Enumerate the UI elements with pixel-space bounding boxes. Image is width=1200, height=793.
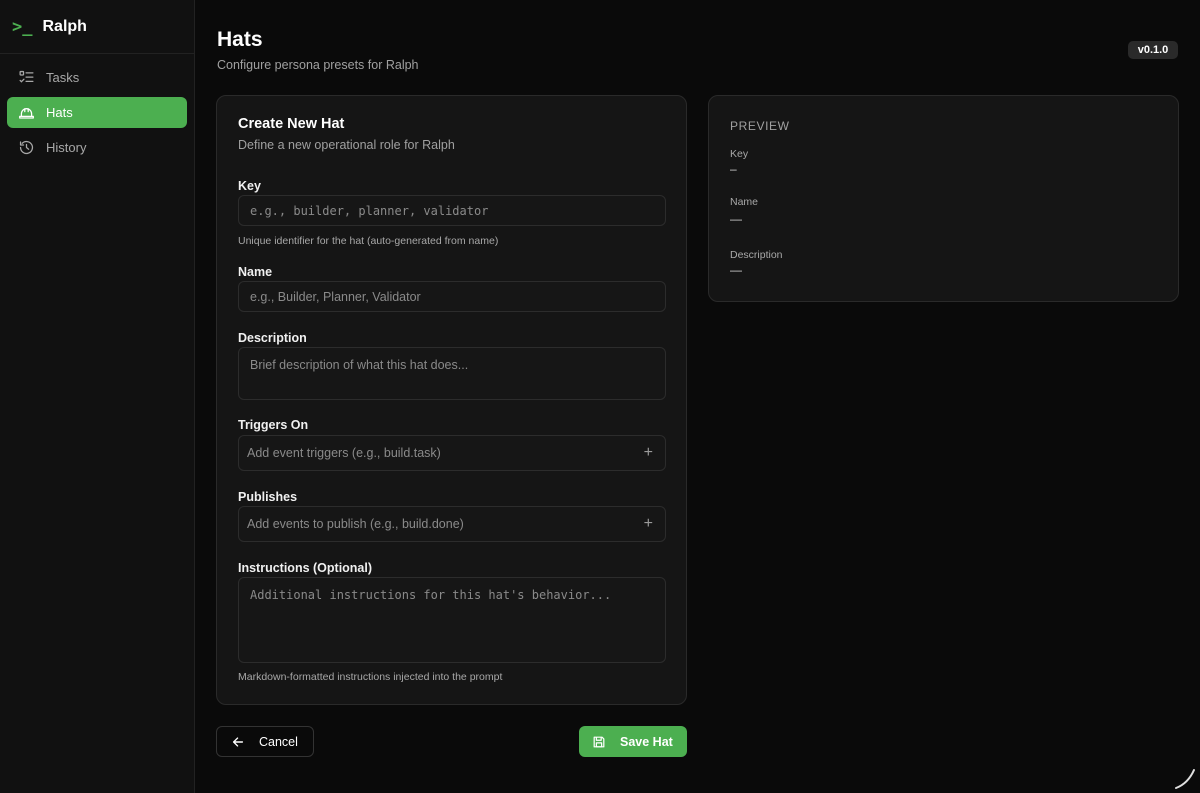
brand[interactable]: >_ Ralph (0, 0, 194, 54)
add-publish-plus-icon[interactable]: + (644, 516, 653, 532)
add-trigger-plus-icon[interactable]: + (644, 445, 653, 461)
sidebar-item-hats[interactable]: Hats (7, 97, 187, 128)
preview-description-label: Description (730, 249, 783, 261)
preview-description-value: — (730, 263, 742, 277)
description-label: Description (238, 331, 307, 345)
form-title: Create New Hat (238, 116, 345, 132)
form-description: Define a new operational role for Ralph (238, 138, 455, 152)
version-badge: v0.1.0 (1128, 41, 1178, 59)
publishes-input[interactable]: Add events to publish (e.g., build.done)… (238, 506, 666, 542)
list-check-icon (19, 70, 34, 83)
arrow-left-icon (232, 736, 244, 747)
save-hat-button[interactable]: Save Hat (579, 726, 687, 757)
instructions-label: Instructions (Optional) (238, 561, 373, 575)
key-hint: Unique identifier for the hat (auto-gene… (238, 235, 499, 247)
create-hat-form: Create New Hat Define a new operational … (216, 95, 687, 705)
preview-panel: PREVIEW Key – Name — Description — (708, 95, 1179, 302)
description-textarea[interactable]: Brief description of what this hat does.… (238, 347, 666, 400)
cancel-label: Cancel (259, 734, 298, 749)
name-label: Name (238, 265, 273, 279)
key-placeholder: e.g., builder, planner, validator (250, 203, 489, 218)
terminal-icon: >_ (12, 16, 33, 37)
cancel-button[interactable]: Cancel (216, 726, 314, 757)
preview-name-value: — (730, 212, 742, 226)
resize-handle-icon[interactable] (1172, 765, 1198, 791)
publishes-placeholder: Add events to publish (e.g., build.done) (247, 517, 464, 531)
brand-name: Ralph (42, 17, 87, 35)
preview-key-label: Key (730, 148, 749, 160)
preview-heading: PREVIEW (730, 119, 790, 133)
sidebar-item-label: Hats (46, 105, 73, 120)
publishes-label: Publishes (238, 490, 298, 504)
instructions-textarea[interactable]: Additional instructions for this hat's b… (238, 577, 666, 663)
save-icon (593, 736, 605, 747)
history-icon (19, 140, 34, 155)
instructions-hint: Markdown-formatted instructions injected… (238, 671, 503, 683)
name-placeholder: e.g., Builder, Planner, Validator (250, 289, 421, 304)
triggers-input[interactable]: Add event triggers (e.g., build.task) + (238, 435, 666, 471)
key-input[interactable]: e.g., builder, planner, validator (238, 195, 666, 226)
sidebar-item-label: History (46, 140, 87, 155)
page-title: Hats (217, 28, 263, 51)
preview-name-label: Name (730, 196, 759, 208)
triggers-placeholder: Add event triggers (e.g., build.task) (247, 446, 441, 460)
sidebar-nav: Tasks Hats History (0, 54, 194, 175)
name-input[interactable]: e.g., Builder, Planner, Validator (238, 281, 666, 312)
sidebar-item-tasks[interactable]: Tasks (7, 62, 187, 93)
sidebar-item-label: Tasks (46, 70, 80, 85)
sidebar: >_ Ralph Tasks Hats History (0, 0, 195, 793)
save-label: Save Hat (620, 734, 673, 749)
key-label: Key (238, 179, 261, 193)
sidebar-item-history[interactable]: History (7, 132, 187, 163)
instructions-placeholder: Additional instructions for this hat's b… (250, 588, 612, 602)
hard-hat-icon (19, 108, 34, 119)
page-subtitle: Configure persona presets for Ralph (217, 58, 419, 72)
preview-key-value: – (730, 162, 737, 176)
triggers-label: Triggers On (238, 418, 309, 432)
description-placeholder: Brief description of what this hat does.… (250, 358, 469, 372)
app-root: >_ Ralph Tasks Hats History Hats Configu… (0, 0, 1200, 793)
